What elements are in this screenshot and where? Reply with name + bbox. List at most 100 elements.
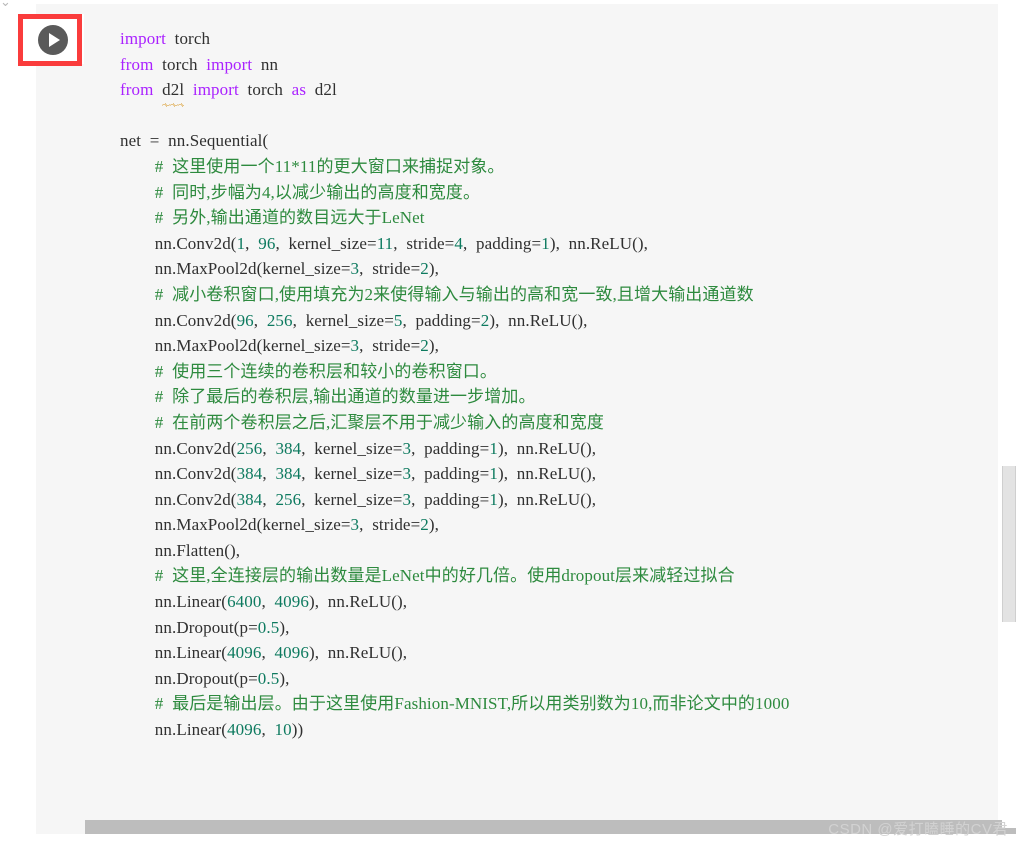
code-token: import — [206, 54, 253, 74]
code-token-warning: d2l — [162, 77, 185, 107]
code-token: ), nn.ReLU(), — [489, 310, 588, 330]
code-token: nn.Flatten(), — [120, 540, 241, 560]
code-token: ), nn.ReLU(), — [497, 464, 597, 484]
code-token: , stride= — [359, 336, 421, 356]
code-token: 3 — [350, 515, 360, 535]
code-line: nn.MaxPool2d(kernel_size=3, stride=2), — [120, 333, 998, 359]
code-token: 384 — [275, 464, 302, 484]
code-line: from d2l import torch as d2l — [120, 77, 998, 107]
code-token: nn.Linear( — [120, 720, 228, 740]
code-token: nn.Conv2d( — [120, 438, 237, 458]
code-token: torch — [153, 54, 207, 74]
code-token: from — [120, 54, 154, 74]
code-token: # 同时,步幅为4,以减少输出的高度和宽度。 — [120, 182, 481, 202]
code-token: nn.Conv2d( — [120, 310, 237, 330]
code-token: 2 — [420, 259, 429, 279]
code-token: nn.Conv2d( — [120, 233, 237, 253]
code-token: 2 — [420, 515, 429, 535]
code-token: 3 — [350, 336, 360, 356]
notebook-code-cell[interactable]: import torch from torch import nn from d2l… — [36, 4, 998, 820]
code-token: , padding= — [402, 310, 481, 330]
code-token: import — [192, 80, 239, 100]
code-token: , — [261, 592, 275, 612]
code-token: , — [262, 438, 276, 458]
code-line: # 这里,全连接层的输出数量是LeNet中的好几倍。使用dropout层来减轻过… — [120, 563, 998, 589]
code-token: ), nn.ReLU(), — [308, 643, 408, 663]
code-token: , kernel_size= — [275, 233, 377, 253]
code-token: , stride= — [393, 233, 455, 253]
code-token: ), — [428, 515, 439, 535]
code-token: , — [261, 720, 275, 740]
code-token: 1 — [489, 489, 498, 509]
code-token: 1 — [236, 233, 246, 253]
code-token: # 这里,全连接层的输出数量是LeNet中的好几倍。使用dropout层来减轻过… — [120, 566, 735, 586]
code-token: nn.Linear( — [120, 643, 228, 663]
code-line: # 使用三个连续的卷积层和较小的卷积窗口。 — [120, 359, 998, 385]
code-token: 1 — [489, 464, 498, 484]
code-token: # 使用三个连续的卷积层和较小的卷积窗口。 — [120, 361, 497, 381]
code-token: ), — [279, 668, 290, 688]
code-token: 384 — [236, 489, 263, 509]
code-token: ), nn.ReLU(), — [549, 233, 648, 253]
code-token: torch — [165, 29, 211, 48]
code-token: # 最后是输出层。由于这里使用Fashion-MNIST,所以用类别数为10,而… — [120, 694, 790, 714]
play-icon — [49, 33, 60, 47]
code-token: nn.MaxPool2d(kernel_size= — [120, 515, 351, 535]
code-token: , padding= — [411, 438, 490, 458]
code-token: 256 — [236, 438, 263, 458]
code-token: , stride= — [359, 515, 421, 535]
code-line: # 除了最后的卷积层,输出通道的数量进一步增加。 — [120, 384, 998, 410]
code-line: net = nn.Sequential( — [120, 128, 998, 154]
code-token: 3 — [402, 438, 412, 458]
code-line: nn.Conv2d(384, 256, kernel_size=3, paddi… — [120, 487, 998, 513]
code-line: from torch import nn — [120, 52, 998, 78]
code-token: ), nn.ReLU(), — [497, 489, 597, 509]
code-token: nn.Dropout(p= — [120, 617, 258, 637]
run-cell-button[interactable] — [38, 25, 68, 55]
code-token: net = nn.Sequential( — [120, 131, 269, 151]
code-line: import torch — [120, 26, 998, 52]
code-token: nn.MaxPool2d(kernel_size= — [120, 259, 351, 279]
top-ghost-glyph: ⌄ — [0, 0, 11, 9]
code-token: 3 — [350, 259, 360, 279]
code-token: nn.Dropout(p= — [120, 668, 258, 688]
code-token: 1 — [489, 438, 498, 458]
code-editor-content[interactable]: import torch from torch import nn from d2l… — [120, 26, 998, 743]
code-token: ), — [428, 336, 439, 356]
code-line: # 另外,输出通道的数目远大于LeNet — [120, 205, 998, 231]
code-token: 96 — [258, 233, 276, 253]
code-token: from — [120, 80, 154, 100]
code-token: 11 — [376, 233, 394, 253]
code-token: nn.Linear( — [120, 592, 228, 612]
code-token: 6400 — [227, 592, 262, 612]
code-line: nn.Conv2d(96, 256, kernel_size=5, paddin… — [120, 308, 998, 334]
code-token: # 在前两个卷积层之后,汇聚层不用于减少输入的高度和宽度 — [120, 412, 604, 432]
code-line: nn.Linear(4096, 4096), nn.ReLU(), — [120, 640, 998, 666]
screenshot-root: ⌄ import torch from torch import nn from d… — [0, 0, 1016, 848]
code-token: torch — [238, 80, 292, 100]
code-token: , kernel_size= — [292, 310, 394, 330]
code-token: 5 — [393, 310, 403, 330]
code-token: # 另外,输出通道的数目远大于LeNet — [120, 208, 425, 228]
vertical-scrollbar[interactable] — [1002, 0, 1016, 828]
code-line: nn.MaxPool2d(kernel_size=3, stride=2), — [120, 256, 998, 282]
code-token: , kernel_size= — [301, 464, 403, 484]
code-token: d2l — [306, 80, 337, 100]
code-token: , padding= — [411, 464, 490, 484]
code-token: , — [245, 233, 259, 253]
code-token: 384 — [275, 438, 302, 458]
vertical-scrollbar-track[interactable] — [1002, 0, 1016, 828]
code-token: nn.Conv2d( — [120, 464, 237, 484]
code-token: # 这里使用一个11*11的更大窗口来捕捉对象。 — [120, 156, 505, 176]
code-token: ), nn.ReLU(), — [497, 438, 597, 458]
code-token: 0.5 — [257, 668, 280, 688]
code-line: nn.Conv2d(1, 96, kernel_size=11, stride=… — [120, 231, 998, 257]
code-line: nn.Dropout(p=0.5), — [120, 615, 998, 641]
code-token: 0.5 — [257, 617, 280, 637]
code-token: 10 — [274, 720, 292, 740]
code-token: ), — [279, 617, 290, 637]
vertical-scrollbar-thumb[interactable] — [1002, 466, 1016, 622]
code-token: 2 — [420, 336, 429, 356]
code-line: nn.Flatten(), — [120, 538, 998, 564]
